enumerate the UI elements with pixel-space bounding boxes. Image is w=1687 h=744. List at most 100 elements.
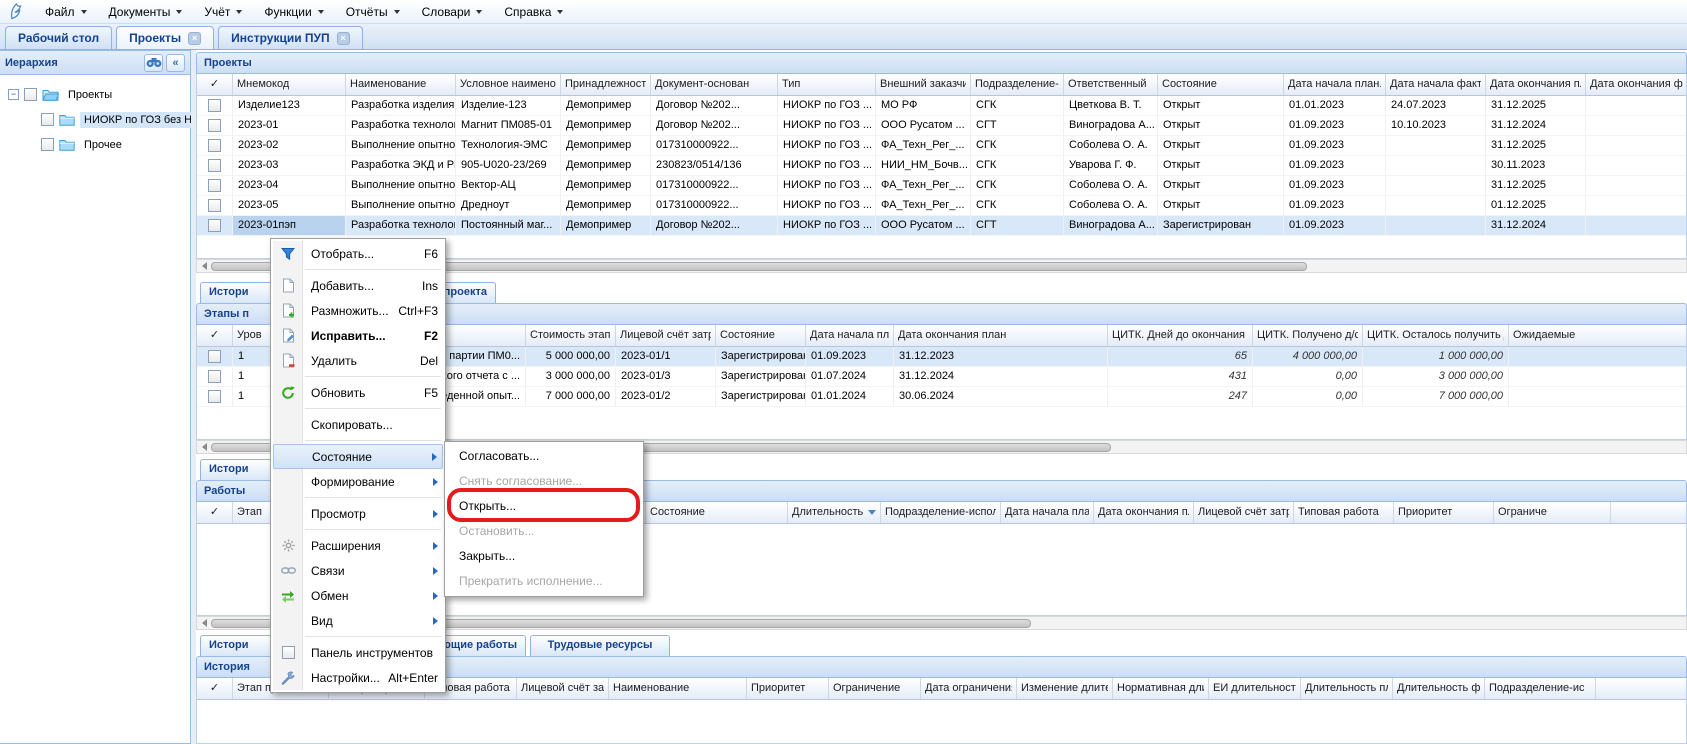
menubar-item-3[interactable]: Учёт [193, 0, 253, 23]
context-menu-item-20[interactable]: Вид [273, 608, 443, 633]
column-header[interactable]: Мнемокод [233, 74, 346, 95]
window-tab-3[interactable]: Инструкции ПУП× [218, 26, 362, 49]
select-all-column-header[interactable]: ✓ [197, 678, 233, 699]
context-menu-item-5[interactable]: Исправить...F2 [273, 323, 443, 348]
context-menu-item-13[interactable]: Формирование [273, 469, 443, 494]
row-checkbox[interactable] [208, 179, 221, 192]
row-checkbox[interactable] [208, 219, 221, 232]
context-menu-item-1[interactable]: Отобрать...F6 [273, 241, 443, 266]
column-header[interactable]: Условное наименова [456, 74, 561, 95]
row-checkbox[interactable] [208, 390, 221, 403]
context-menu-item-17[interactable]: Расширения [273, 533, 443, 558]
menubar-item-2[interactable]: Документы [98, 0, 194, 23]
column-header[interactable]: Стоимость этапа [526, 325, 616, 346]
submenu-item-5[interactable]: Закрыть... [447, 544, 641, 569]
column-header[interactable]: Дата окончания план [894, 325, 1108, 346]
column-header[interactable]: ЕИ длительности [1209, 678, 1301, 699]
search-icon[interactable] [144, 54, 163, 72]
panel-tab[interactable]: Трудовые ресурсы [530, 635, 670, 656]
collapse-panel-button[interactable]: « [166, 54, 185, 72]
column-header[interactable]: Лицевой счёт затр [1194, 502, 1294, 523]
context-menu-item-8[interactable]: ОбновитьF5 [273, 380, 443, 405]
row-checkbox[interactable] [208, 159, 221, 172]
column-header[interactable]: Приоритет [1394, 502, 1494, 523]
column-header[interactable]: Дата начала факт. [1386, 74, 1486, 95]
row-checkbox[interactable] [208, 199, 221, 212]
select-all-column-header[interactable]: ✓ [197, 502, 233, 523]
window-tab-1[interactable]: Рабочий стол [5, 26, 112, 49]
column-header[interactable]: Изменение длител [1017, 678, 1113, 699]
column-header[interactable] [1611, 502, 1687, 523]
column-header[interactable]: Подразделение-исполнитель. [881, 502, 1001, 523]
context-menu-item-15[interactable]: Просмотр [273, 501, 443, 526]
row-checkbox[interactable] [208, 350, 221, 363]
context-menu-item-12[interactable]: Состояние [273, 444, 443, 469]
column-header[interactable]: Длительность план [788, 502, 881, 523]
row-checkbox[interactable] [208, 139, 221, 152]
column-header[interactable]: Ограничение [829, 678, 921, 699]
row-checkbox[interactable] [208, 119, 221, 132]
column-header[interactable]: Документ-основан [651, 74, 778, 95]
tab-close-icon[interactable]: × [337, 32, 350, 45]
column-header[interactable]: Подразделение-ис [1485, 678, 1596, 699]
column-header[interactable]: ЦИТК. Получено д/с [1253, 325, 1363, 346]
column-header[interactable]: Ожидаемые [1509, 325, 1687, 346]
table-row[interactable]: 2023-01Разработка технологии и...Магнит … [197, 116, 1686, 136]
column-header[interactable]: Дата окончания пл [1486, 74, 1586, 95]
column-header[interactable]: Принадлежность [561, 74, 651, 95]
table-row[interactable]: 2023-03Разработка ЭКД и РКД н...905-U020… [197, 156, 1686, 176]
context-menu-item-19[interactable]: Обмен [273, 583, 443, 608]
column-header[interactable]: Состояние [1158, 74, 1284, 95]
context-menu-item-23[interactable]: Настройки...Alt+Enter [273, 665, 443, 690]
column-header[interactable]: Тип [778, 74, 876, 95]
submenu-item-1[interactable]: Согласовать... [447, 444, 641, 469]
column-header[interactable]: Нормативная длит [1113, 678, 1209, 699]
row-checkbox[interactable] [208, 370, 221, 383]
column-header[interactable]: Наименование [609, 678, 747, 699]
tree-expander-icon[interactable]: − [8, 89, 19, 100]
column-header[interactable]: Состояние [646, 502, 788, 523]
scroll-left-icon[interactable] [197, 441, 211, 453]
table-row[interactable]: 2023-01пэпРазработка технологии ...Посто… [197, 216, 1686, 236]
column-header[interactable]: Дата начала план [806, 325, 894, 346]
menubar-item-1[interactable]: Файл [34, 0, 98, 23]
column-header[interactable]: Приоритет [747, 678, 829, 699]
table-row[interactable]: 2023-05Выполнение опытно-конс...Дредноут… [197, 196, 1686, 216]
context-menu-item-6[interactable]: УдалитьDel [273, 348, 443, 373]
submenu-item-3[interactable]: Открыть... [447, 494, 641, 519]
column-header[interactable]: Типовая работа [1294, 502, 1394, 523]
column-header[interactable]: Длительность пла [1301, 678, 1393, 699]
context-menu-item-3[interactable]: Добавить...Ins [273, 273, 443, 298]
menubar-item-7[interactable]: Справка [493, 0, 574, 23]
scroll-left-icon[interactable] [197, 617, 211, 629]
row-checkbox[interactable] [208, 99, 221, 112]
column-header[interactable]: Ограниче [1494, 502, 1611, 523]
context-menu-item-18[interactable]: Связи [273, 558, 443, 583]
column-header[interactable]: Дата ограничения [921, 678, 1017, 699]
column-header[interactable]: Дата начала план. [1284, 74, 1386, 95]
select-all-column-header[interactable]: ✓ [197, 74, 233, 95]
context-menu-item-4[interactable]: Размножить...Ctrl+F3 [273, 298, 443, 323]
column-header[interactable]: Внешний заказчик [876, 74, 971, 95]
column-header[interactable]: Дата окончания план [1094, 502, 1194, 523]
tree-item[interactable]: Прочее [3, 132, 187, 157]
column-header[interactable]: Лицевой счёт затр [517, 678, 609, 699]
menubar-item-5[interactable]: Отчёты [335, 0, 411, 23]
column-header[interactable]: ЦИТК. Осталось получить д/с [1363, 325, 1509, 346]
tree-item[interactable]: −Проекты [3, 82, 187, 107]
column-header[interactable]: Ответственный [1064, 74, 1158, 95]
table-row[interactable]: Изделие123Разработка изделия 123Изделие-… [197, 96, 1686, 116]
column-header[interactable]: Лицевой счёт затрат. [616, 325, 716, 346]
menubar-item-6[interactable]: Словари [411, 0, 494, 23]
column-header[interactable]: Состояние [716, 325, 806, 346]
tree-checkbox[interactable] [24, 88, 37, 101]
scroll-left-icon[interactable] [197, 260, 211, 272]
tree-checkbox[interactable] [41, 138, 54, 151]
menubar-item-4[interactable]: Функции [253, 0, 334, 23]
column-header[interactable]: Дата окончания ф [1586, 74, 1687, 95]
column-header[interactable]: Дата начала план. [1001, 502, 1094, 523]
select-all-column-header[interactable]: ✓ [197, 325, 233, 346]
tab-close-icon[interactable]: × [188, 32, 201, 45]
table-row[interactable]: 2023-02Выполнение опытно-конс...Технолог… [197, 136, 1686, 156]
tree-checkbox[interactable] [41, 113, 54, 126]
